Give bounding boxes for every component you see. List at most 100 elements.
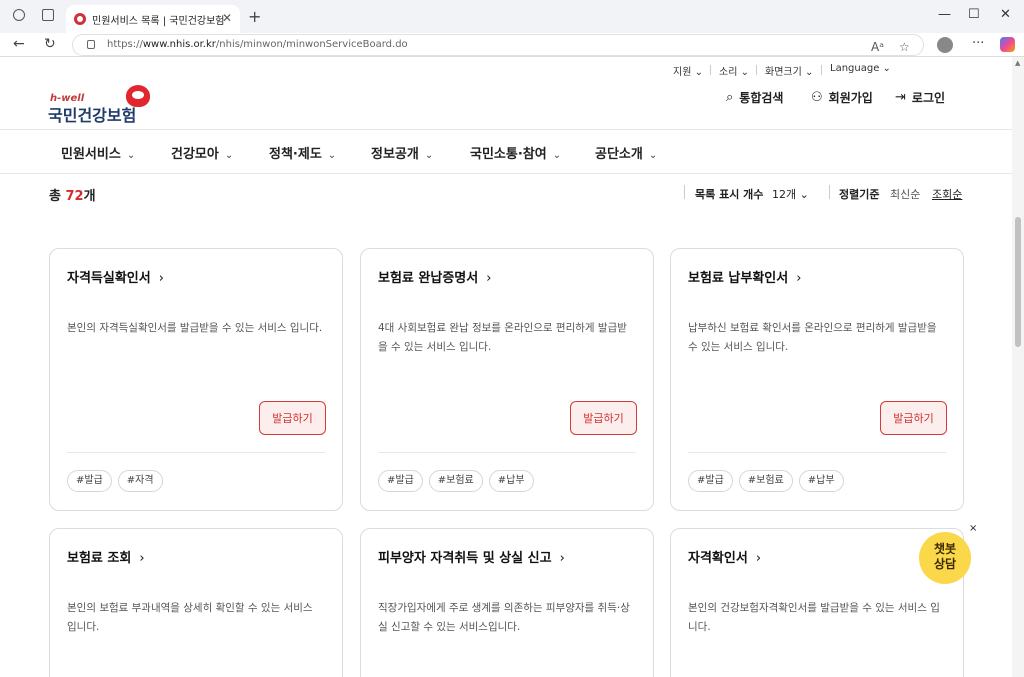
chatbot-close-icon[interactable]: × [969,523,977,534]
page-content: 지원 ⌄ 소리 ⌄ 화면크기 ⌄ Language ⌄ h-well 국민건강보… [0,57,1012,677]
tag-chip[interactable]: #발급 [67,470,112,492]
control-divider [829,185,830,199]
favorite-star-icon[interactable]: ☆ [899,37,910,57]
service-card[interactable]: 자격득실확인서 › 본인의 자격득실확인서를 발급받을 수 있는 서비스 입니다.… [49,248,343,511]
card-description: 본인의 보험료 부과내역을 상세히 확인할 수 있는 서비스 입니다. [67,602,313,633]
sort-views[interactable]: 조회순 [932,186,962,202]
card-title-text: 보험료 납부확인서 [688,271,789,286]
gnb-communication[interactable]: 국민소통·참여 ⌄ [470,143,561,162]
sort-latest[interactable]: 최신순 [890,186,920,202]
chevron-down-icon: ⌄ [327,150,337,161]
chevron-right-icon: › [158,271,164,286]
gnb-health[interactable]: 건강모아 ⌄ [171,143,233,162]
header-search-link[interactable]: ⌕ 통합검색 [726,89,783,106]
service-card[interactable]: 보험료 조회 › 본인의 보험료 부과내역을 상세히 확인할 수 있는 서비스 입… [49,528,343,677]
card-tags: #발급 #보험료 #납부 [378,470,540,492]
profile-avatar-icon[interactable] [937,37,953,53]
tag-chip[interactable]: #보험료 [738,470,793,492]
card-title[interactable]: 보험료 납부확인서 › [688,267,801,286]
gnb-label: 정보공개 [371,147,419,162]
tag-chip[interactable]: #납부 [488,470,534,492]
chevron-down-icon: ⌄ [126,150,136,161]
gnb-info[interactable]: 정보공개 ⌄ [371,143,433,162]
gnb-label: 건강모아 [171,147,219,162]
header-join-link[interactable]: ⚇ 회원가입 [811,89,873,106]
chevron-right-icon: › [486,271,492,286]
tag-chip[interactable]: #납부 [798,470,844,492]
display-count-select[interactable]: 12개 ⌄ [772,186,809,202]
gnb-label: 민원서비스 [61,147,121,162]
util-sound[interactable]: 소리 ⌄ [719,63,749,78]
card-description: 4대 사회보험료 완납 정보를 온라인으로 편리하게 발급받을 수 있는 서비스… [378,322,627,353]
card-title[interactable]: 자격확인서 › [688,547,761,566]
header-login-label: 로그인 [911,91,946,105]
util-language[interactable]: Language ⌄ [830,63,891,74]
new-tab-icon[interactable]: + [248,7,261,26]
scrollbar-thumb[interactable] [1015,217,1021,347]
card-title[interactable]: 자격득실확인서 › [67,267,164,286]
browser-tab-strip: 민원서비스 목록 | 국민건강보험 ✕ + — ☐ ✕ [0,0,1024,33]
global-nav: 민원서비스 ⌄ 건강모아 ⌄ 정책·제도 ⌄ 정보공개 ⌄ 국민소통·참여 ⌄ 공단소개 ⌄ [0,129,1012,174]
add-user-icon: ⚇ [811,90,823,105]
util-screen-size[interactable]: 화면크기 ⌄ [765,63,813,78]
url-field[interactable]: https://www.nhis.or.kr/nhis/minwon/minwo… [72,34,924,56]
chevron-down-icon: ⌄ [224,150,234,161]
control-divider [684,185,685,199]
service-card[interactable]: 피부양자 자격취득 및 상실 신고 › 직장가입자에게 주로 생계를 의존하는 피… [360,528,654,677]
tab-actions-icon[interactable] [42,9,54,21]
copilot-icon[interactable] [1000,37,1015,52]
login-icon: ⇥ [895,90,906,105]
header-join-label: 회원가입 [828,91,873,105]
card-divider [67,452,325,453]
chatbot-button[interactable]: 챗봇 상담 [919,532,971,584]
util-divider [756,65,757,75]
util-divider [821,65,822,75]
service-card[interactable]: 보험료 완납증명서 › 4대 사회보험료 완납 정보를 온라인으로 편리하게 발급… [360,248,654,511]
chevron-right-icon: › [796,271,802,286]
total-suffix: 개 [83,189,96,204]
card-title[interactable]: 보험료 완납증명서 › [378,267,491,286]
tag-chip[interactable]: #보험료 [428,470,483,492]
chevron-right-icon: › [559,551,565,566]
page-scrollbar[interactable]: ▲ [1012,57,1024,677]
refresh-icon[interactable]: ↻ [44,36,56,52]
back-icon[interactable]: ← [13,36,25,52]
minimize-icon[interactable]: — [938,7,951,22]
header-login-link[interactable]: ⇥ 로그인 [895,89,945,106]
total-count: 총 72개 [49,185,96,204]
workspaces-icon[interactable] [13,9,25,21]
total-prefix: 총 [49,189,66,204]
service-card[interactable]: 보험료 납부확인서 › 납부하신 보험료 확인서를 온라인으로 편리하게 발급받을… [670,248,964,511]
site-logo[interactable]: h-well 국민건강보험 [48,85,158,125]
gnb-policy[interactable]: 정책·제도 ⌄ [269,143,336,162]
browser-tab-active[interactable]: 민원서비스 목록 | 국민건강보험 ✕ [66,5,240,33]
issue-button[interactable]: 발급하기 [570,401,637,435]
chevron-right-icon: › [755,551,762,566]
tag-chip[interactable]: #발급 [688,470,733,492]
url-domain: www.nhis.or.kr [142,39,216,50]
tag-chip[interactable]: #자격 [117,470,163,492]
tab-close-icon[interactable]: ✕ [222,11,232,25]
issue-button[interactable]: 발급하기 [880,401,947,435]
maximize-icon[interactable]: ☐ [968,7,980,22]
gnb-minwon[interactable]: 민원서비스 ⌄ [61,143,135,162]
chevron-down-icon: ⌄ [552,150,562,161]
card-title[interactable]: 보험료 조회 › [67,547,145,566]
card-title[interactable]: 피부양자 자격취득 및 상실 신고 › [378,547,565,566]
util-support[interactable]: 지원 ⌄ [673,63,703,78]
tab-title: 민원서비스 목록 | 국민건강보험 [92,15,225,27]
read-aloud-icon[interactable]: Aᵃ [871,37,884,57]
tag-chip[interactable]: #발급 [378,470,423,492]
card-description: 본인의 건강보험자격확인서를 발급받을 수 있는 서비스 입니다. [688,602,940,633]
gnb-about[interactable]: 공단소개 ⌄ [595,143,657,162]
scroll-up-icon[interactable]: ▲ [1015,59,1020,67]
chatbot-label-line2: 상담 [933,557,957,571]
issue-button[interactable]: 발급하기 [259,401,326,435]
close-window-icon[interactable]: ✕ [1000,7,1011,22]
gnb-label: 정책·제도 [269,147,322,162]
more-menu-icon[interactable]: ··· [972,36,984,51]
logo-heart-icon [126,85,150,107]
search-icon: ⌕ [726,90,734,105]
chevron-down-icon: ⌄ [424,150,434,161]
logo-name: 국민건강보험 [48,106,137,125]
